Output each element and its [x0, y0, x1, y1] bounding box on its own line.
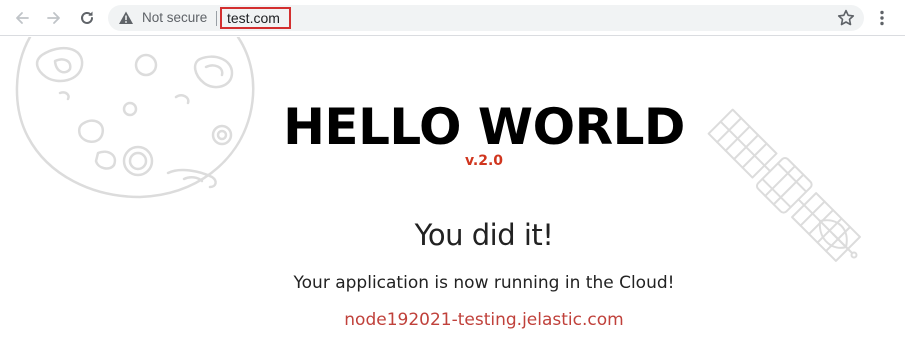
kebab-menu-icon[interactable] — [872, 8, 892, 28]
page-title: HELLO WORLD — [283, 98, 685, 156]
status-message: Your application is now running in the C… — [293, 273, 675, 293]
url-text[interactable]: test.com — [227, 10, 280, 26]
warning-triangle-icon[interactable] — [118, 10, 134, 26]
reload-button[interactable] — [75, 6, 99, 30]
back-button[interactable] — [10, 6, 34, 30]
forward-button[interactable] — [42, 6, 66, 30]
security-status-label[interactable]: Not secure — [142, 10, 207, 26]
page-content: HELLO WORLD v.2.0 You did it! Your appli… — [0, 37, 905, 337]
browser-toolbar: Not secure test.com — [0, 0, 905, 36]
version-label: v.2.0 — [464, 153, 504, 169]
arrow-left-icon — [16, 12, 29, 24]
star-icon[interactable] — [836, 8, 856, 28]
reload-icon — [81, 11, 93, 24]
arrow-right-icon — [47, 12, 60, 24]
success-headline: You did it! — [414, 218, 554, 252]
omnibox-divider — [216, 11, 217, 26]
node-hostname-link[interactable]: node192021-testing.jelastic.com — [0, 309, 905, 331]
